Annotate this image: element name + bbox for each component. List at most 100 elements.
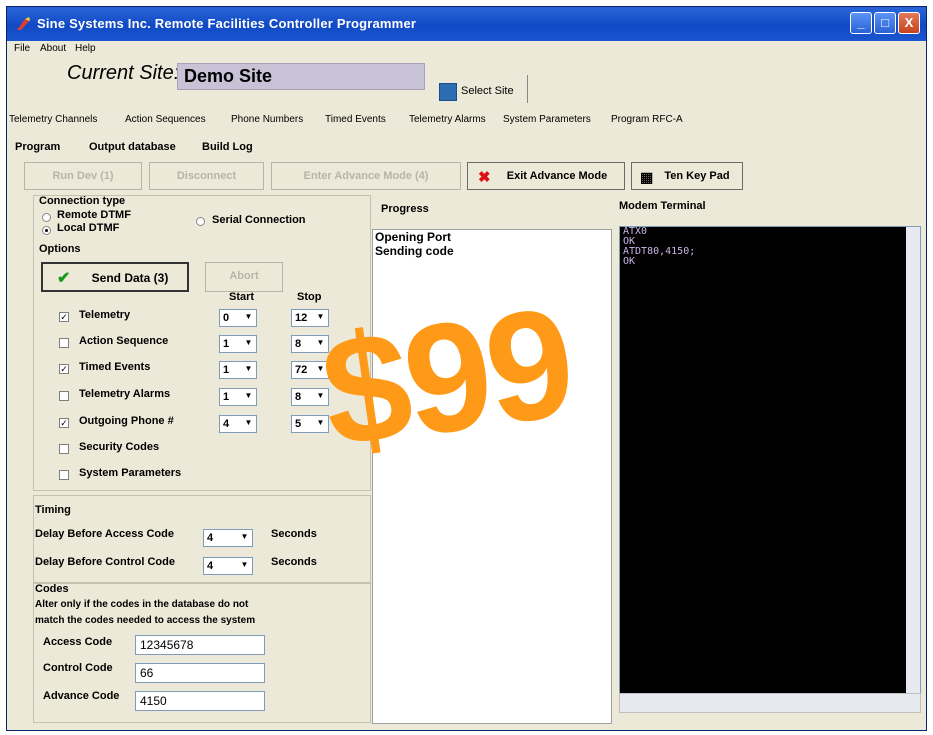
system-parameters-label: System Parameters [79,467,182,479]
timed-events-stop-value: 72 [295,364,308,376]
dropdown-arrow-icon: ▼ [244,338,253,347]
outgoing-phone-label: Outgoing Phone # [79,415,174,427]
delay-access-value: 4 [207,532,214,544]
menu-file[interactable]: File [14,43,30,54]
timed-events-label: Timed Events [79,361,151,373]
remote-dtmf-label: Remote DTMF [57,209,131,221]
codes-label: Codes [35,583,69,595]
progress-line: Sending code [375,244,454,258]
site-name-box: Demo Site [177,63,425,90]
telemetry-alarms-start-value: 1 [223,391,230,403]
dropdown-arrow-icon: ▼ [244,312,253,321]
outgoing-phone-start-value: 4 [223,418,230,430]
terminal-vertical-scrollbar[interactable] [906,227,920,710]
access-code-label: Access Code [43,636,113,648]
terminal-line: ATX0 [623,226,648,237]
outgoing-phone-stop-value: 5 [295,418,302,430]
terminal-horizontal-scrollbar[interactable] [619,693,921,713]
title-bar[interactable]: Sine Systems Inc. Remote Facilities Cont… [7,7,926,41]
tab-action-sequences[interactable]: Action Sequences [125,114,206,125]
telemetry-checkbox[interactable]: ✓ [59,312,69,322]
system-parameters-checkbox[interactable] [59,470,69,480]
app-icon [17,17,30,30]
telemetry-label: Telemetry [79,309,131,321]
tab-telemetry-channels[interactable]: Telemetry Channels [9,114,97,125]
connection-type-label: Connection type [39,195,126,207]
abort-button[interactable]: Abort [205,262,283,292]
serial-connection-label: Serial Connection [212,214,306,226]
disconnect-button[interactable]: Disconnect [149,162,264,190]
codes-note-1: Alter only if the codes in the database … [35,599,249,610]
delay-access-unit: Seconds [271,528,317,540]
control-code-input[interactable]: 66 [135,663,265,683]
dropdown-arrow-icon: ▼ [244,418,253,427]
enter-advance-mode-label: Enter Advance Mode (4) [303,170,429,182]
enter-advance-mode-button[interactable]: Enter Advance Mode (4) [271,162,461,190]
outgoing-phone-start-select[interactable]: 4 ▼ [219,415,257,433]
outgoing-phone-checkbox[interactable]: ✓ [59,418,69,428]
terminal-line: ATDT80,4150; [623,246,696,257]
tab-telemetry-alarms[interactable]: Telemetry Alarms [409,114,486,125]
telemetry-alarms-start-select[interactable]: 1 ▼ [219,388,257,406]
telemetry-alarms-checkbox[interactable] [59,391,69,401]
outgoing-phone-stop-select[interactable]: 5 ▼ [291,415,329,433]
site-name: Demo Site [184,66,273,86]
control-code-label: Control Code [43,662,113,674]
advance-code-input[interactable]: 4150 [135,691,265,711]
delay-control-unit: Seconds [271,556,317,568]
tab-timed-events[interactable]: Timed Events [325,114,386,125]
progress-line: Opening Port [375,230,451,244]
menu-bar: File About Help [7,41,926,57]
ten-key-pad-button[interactable]: Ten Key Pad ▦ [631,162,743,190]
telemetry-stop-value: 12 [295,312,308,324]
radio-serial-connection[interactable] [196,217,205,226]
radio-local-dtmf[interactable] [42,226,51,235]
delay-access-select[interactable]: 4 ▼ [203,529,253,547]
radio-remote-dtmf[interactable] [42,213,51,222]
menu-help[interactable]: Help [75,43,96,54]
security-codes-label: Security Codes [79,441,160,453]
current-site-label: Current Site: [67,62,180,84]
security-codes-checkbox[interactable] [59,444,69,454]
delay-access-label: Delay Before Access Code [35,528,174,540]
exit-advance-mode-button[interactable]: Exit Advance Mode ✖ [467,162,625,190]
disconnect-label: Disconnect [176,170,237,182]
tab-system-parameters[interactable]: System Parameters [503,114,591,125]
timed-events-checkbox[interactable]: ✓ [59,364,69,374]
advance-code-label: Advance Code [43,690,120,702]
tab-program-rfca[interactable]: Program RFC-A [611,114,683,125]
tab-phone-numbers[interactable]: Phone Numbers [231,114,303,125]
run-dev-button[interactable]: Run Dev (1) [24,162,142,190]
price-overlay: $99 [312,274,581,481]
timed-events-start-select[interactable]: 1 ▼ [219,361,257,379]
run-dev-label: Run Dev (1) [52,170,114,182]
dropdown-arrow-icon: ▼ [244,391,253,400]
timing-label: Timing [35,504,71,516]
telemetry-start-select[interactable]: 0 ▼ [219,309,257,327]
tab-output-database[interactable]: Output database [89,141,176,153]
dropdown-arrow-icon: ▼ [316,418,325,427]
abort-label: Abort [229,270,259,282]
telemetry-alarms-label: Telemetry Alarms [79,388,171,400]
delay-control-select[interactable]: 4 ▼ [203,557,253,575]
access-code-input[interactable]: 12345678 [135,635,265,655]
send-data-button[interactable]: ✔ Send Data (3) [41,262,189,292]
tab-build-log[interactable]: Build Log [202,141,253,153]
select-site-button[interactable]: Select Site [433,75,528,103]
telemetry-alarms-stop-value: 8 [295,391,302,403]
tab-program[interactable]: Program [15,141,60,153]
start-column-header: Start [229,291,255,303]
timed-events-start-value: 1 [223,364,230,376]
action-sequence-start-select[interactable]: 1 ▼ [219,335,257,353]
minimize-button[interactable]: _ [850,12,872,34]
modem-terminal[interactable]: ATX0 OK ATDT80,4150; OK [619,226,921,711]
action-sequence-checkbox[interactable] [59,338,69,348]
codes-note-2: match the codes needed to access the sys… [35,615,256,626]
select-site-icon [439,83,457,101]
close-button[interactable]: X [898,12,920,34]
terminal-line: OK [623,256,636,267]
maximize-button[interactable]: □ [874,12,896,34]
menu-about[interactable]: About [40,43,66,54]
main-tabs: Telemetry Channels Action Sequences Phon… [7,111,926,131]
delay-control-value: 4 [207,560,214,572]
